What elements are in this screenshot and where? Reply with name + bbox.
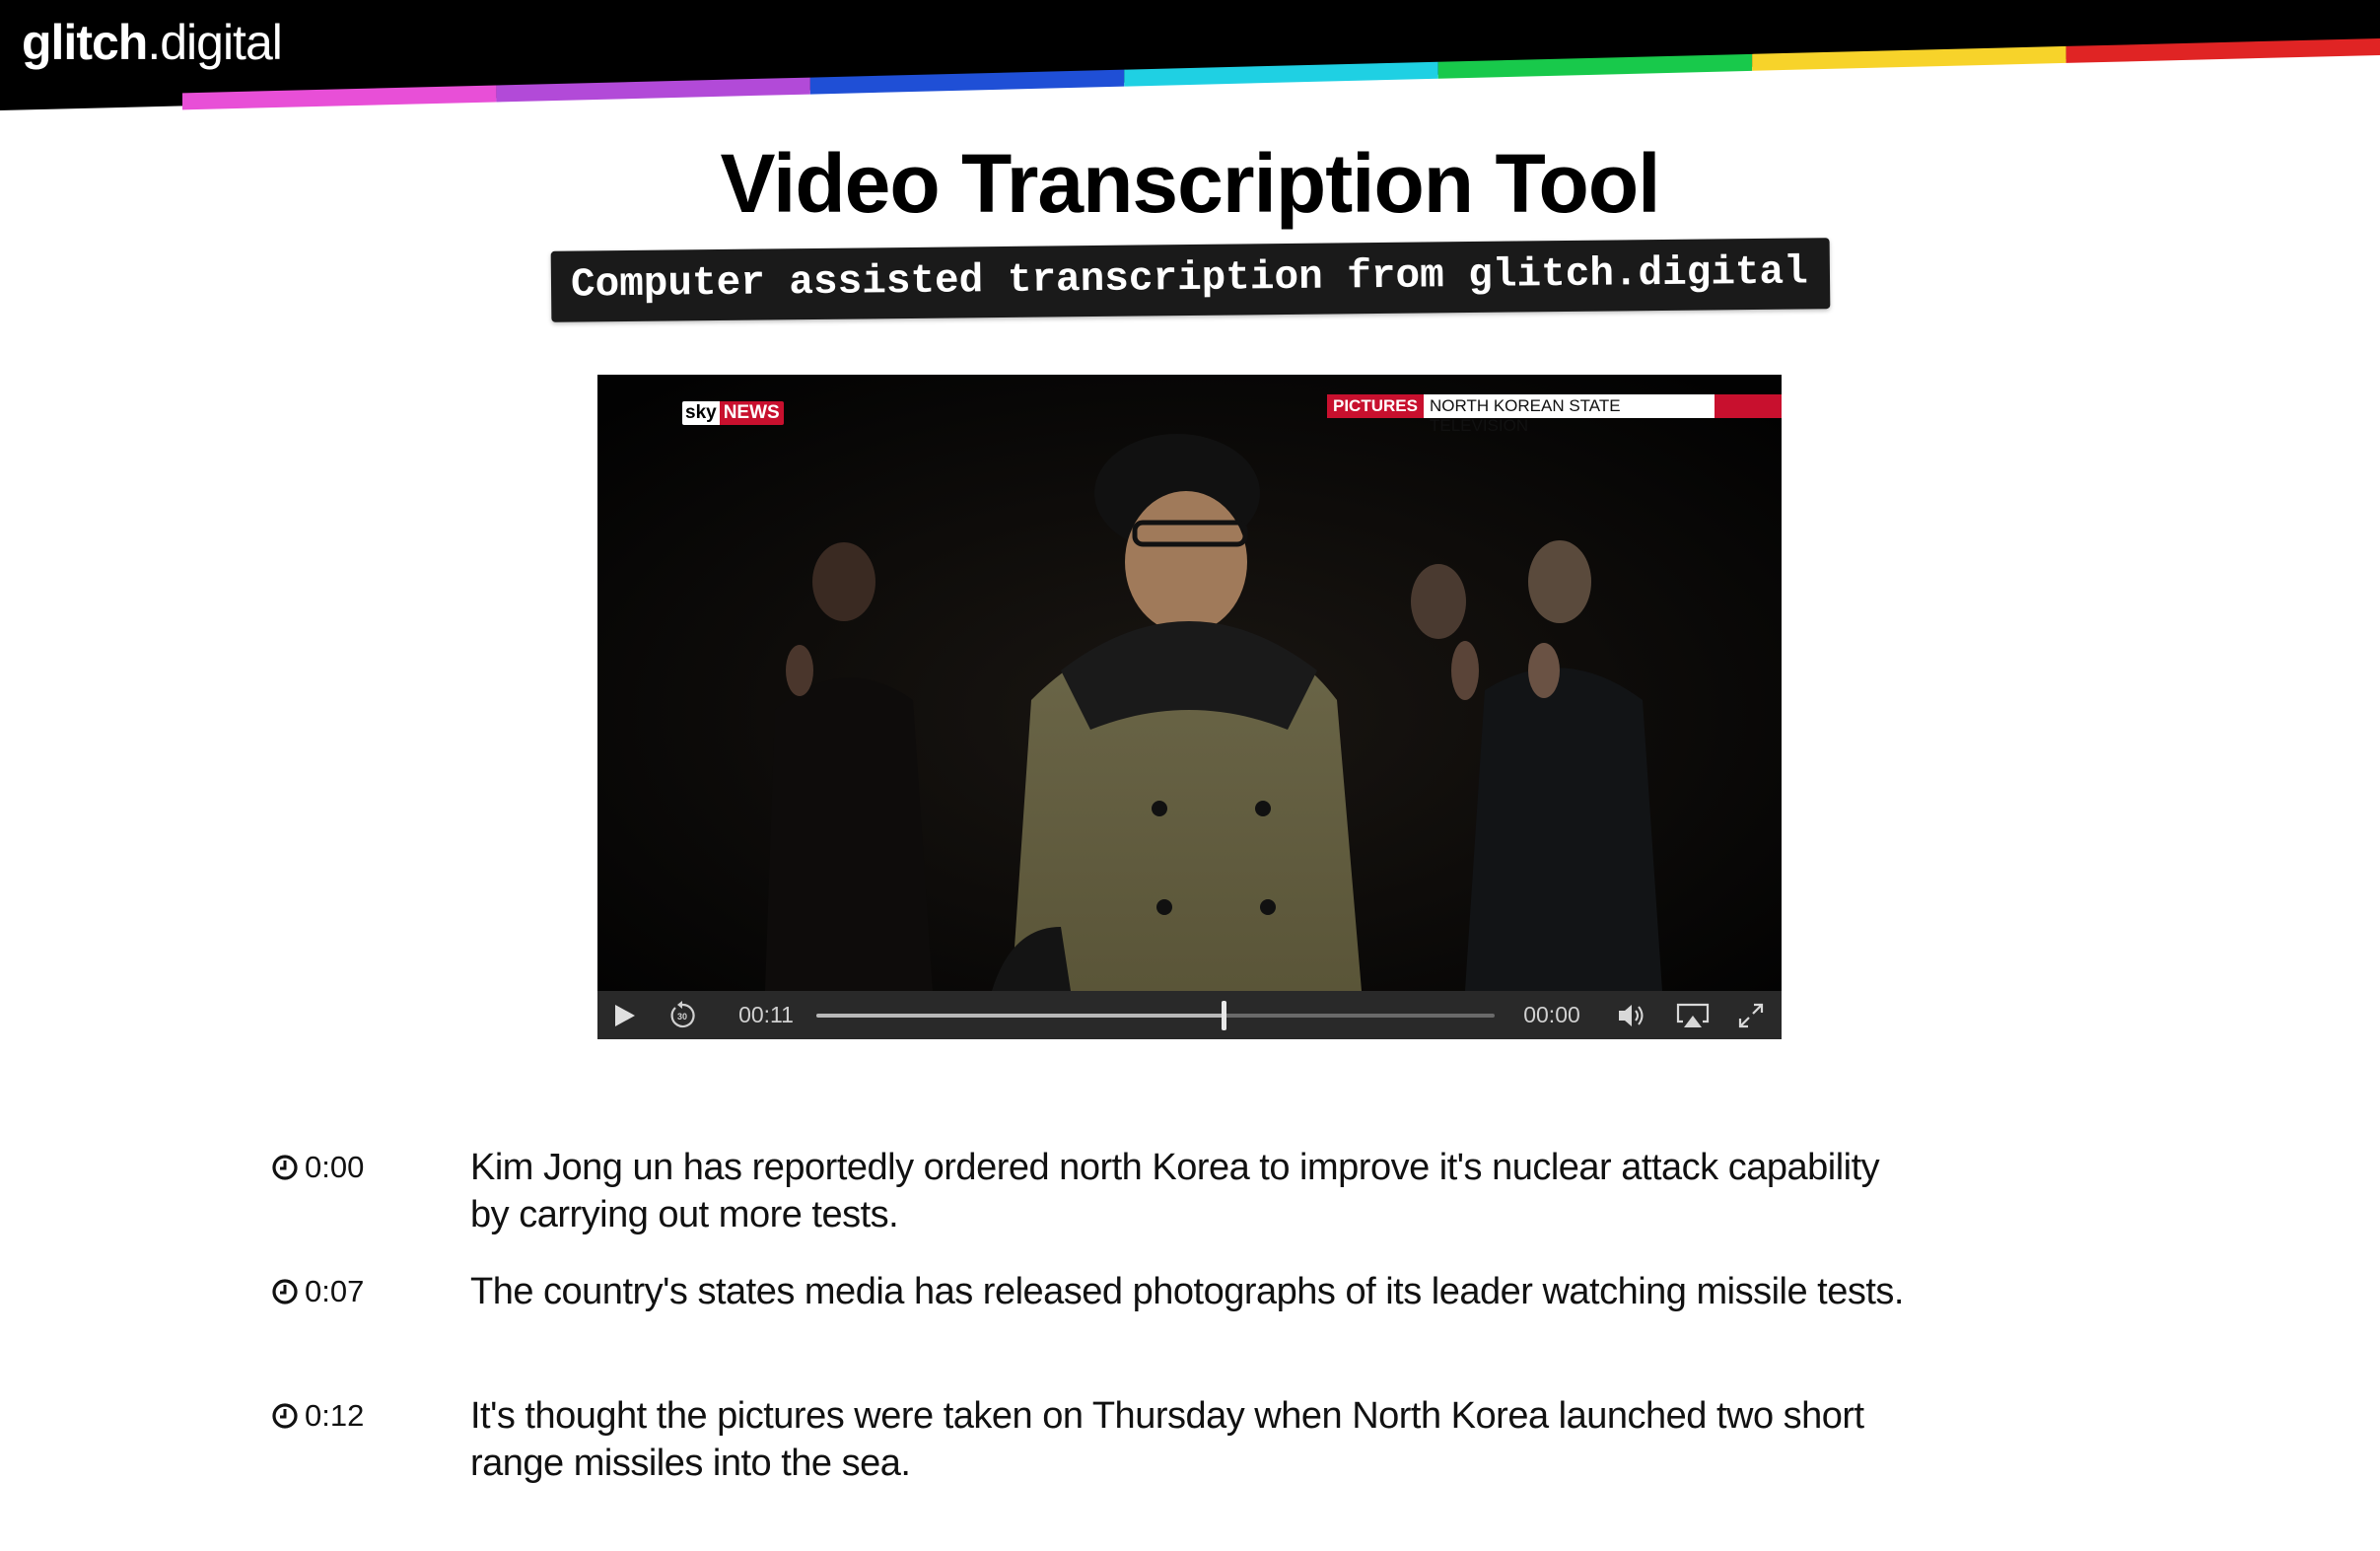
logo-bold-text: glitch xyxy=(22,15,148,70)
caption-stripe xyxy=(1714,394,1782,418)
transcript-text[interactable]: It's thought the pictures were taken on … xyxy=(470,1392,1910,1487)
elapsed-time: 00:11 xyxy=(730,991,803,1039)
transcript-text[interactable]: Kim Jong un has reportedly ordered north… xyxy=(470,1144,1910,1238)
fullscreen-button[interactable] xyxy=(1733,991,1769,1039)
clock-icon xyxy=(272,1155,298,1180)
skip-back-icon: 30 xyxy=(670,1000,695,1027)
timestamp-link[interactable]: 0:00 xyxy=(271,1150,364,1185)
timestamp-text: 0:12 xyxy=(305,1398,365,1433)
timestamp-link[interactable]: 0:07 xyxy=(271,1274,364,1309)
glitch-digital-logo[interactable]: glitch.digital xyxy=(22,14,283,71)
remaining-time-text: 00:00 xyxy=(1523,1002,1580,1027)
airplay-icon xyxy=(1676,1003,1710,1027)
airplay-button[interactable] xyxy=(1672,991,1714,1039)
video-player[interactable]: sky NEWS PICTURES NORTH KOREAN STATE TELE… xyxy=(597,375,1782,1039)
page-title: Video Transcription Tool xyxy=(720,137,1661,230)
skip-back-30-button[interactable]: 30 xyxy=(665,991,700,1039)
timestamp-text: 0:07 xyxy=(305,1274,365,1308)
news-logo-text: NEWS xyxy=(719,401,784,425)
transcript-row[interactable]: 0:07 The country's states media has relea… xyxy=(271,1268,1947,1392)
transcript-row[interactable]: 0:12 It's thought the pictures were taken… xyxy=(271,1392,1947,1516)
transcript-list: 0:00 Kim Jong un has reportedly ordered n… xyxy=(271,1144,1947,1516)
sky-news-logo: sky NEWS xyxy=(682,401,784,425)
page-subtitle: Computer assisted transcription from gli… xyxy=(550,238,1830,322)
caption-label: PICTURES xyxy=(1327,394,1424,418)
transcript-row[interactable]: 0:00 Kim Jong un has reportedly ordered n… xyxy=(271,1144,1947,1268)
skip-back-label: 30 xyxy=(677,1012,687,1022)
header-background xyxy=(0,0,2380,110)
logo-light-text: .digital xyxy=(147,15,283,70)
caption-source: NORTH KOREAN STATE TELEVISION xyxy=(1423,394,1715,435)
play-button[interactable] xyxy=(607,991,641,1039)
clock-icon xyxy=(272,1279,298,1304)
elapsed-time-text: 00:11 xyxy=(738,1002,794,1027)
volume-icon xyxy=(1619,1004,1644,1026)
seek-bar-progress xyxy=(816,1014,1224,1018)
timestamp-text: 0:00 xyxy=(305,1150,365,1184)
seek-bar-thumb[interactable] xyxy=(1221,1001,1226,1030)
clock-icon xyxy=(272,1403,298,1429)
sky-logo-text: sky xyxy=(682,401,720,425)
transcript-text[interactable]: The country's states media has released … xyxy=(470,1268,1910,1315)
play-icon xyxy=(615,1004,635,1026)
seek-bar[interactable] xyxy=(816,1001,1495,1030)
subtitle-wrapper: Computer assisted transcription from gli… xyxy=(0,238,2380,322)
timestamp-link[interactable]: 0:12 xyxy=(271,1398,364,1434)
fullscreen-icon xyxy=(1738,1003,1764,1027)
video-frame xyxy=(597,375,1782,991)
picture-credit-caption: PICTURES NORTH KOREAN STATE TELEVISION xyxy=(1327,394,1782,435)
remaining-time: 00:00 xyxy=(1510,991,1593,1039)
header-bar: glitch.digital xyxy=(0,0,2380,113)
volume-button[interactable] xyxy=(1613,991,1652,1039)
video-controls: 30 00:11 00:00 xyxy=(597,991,1782,1039)
